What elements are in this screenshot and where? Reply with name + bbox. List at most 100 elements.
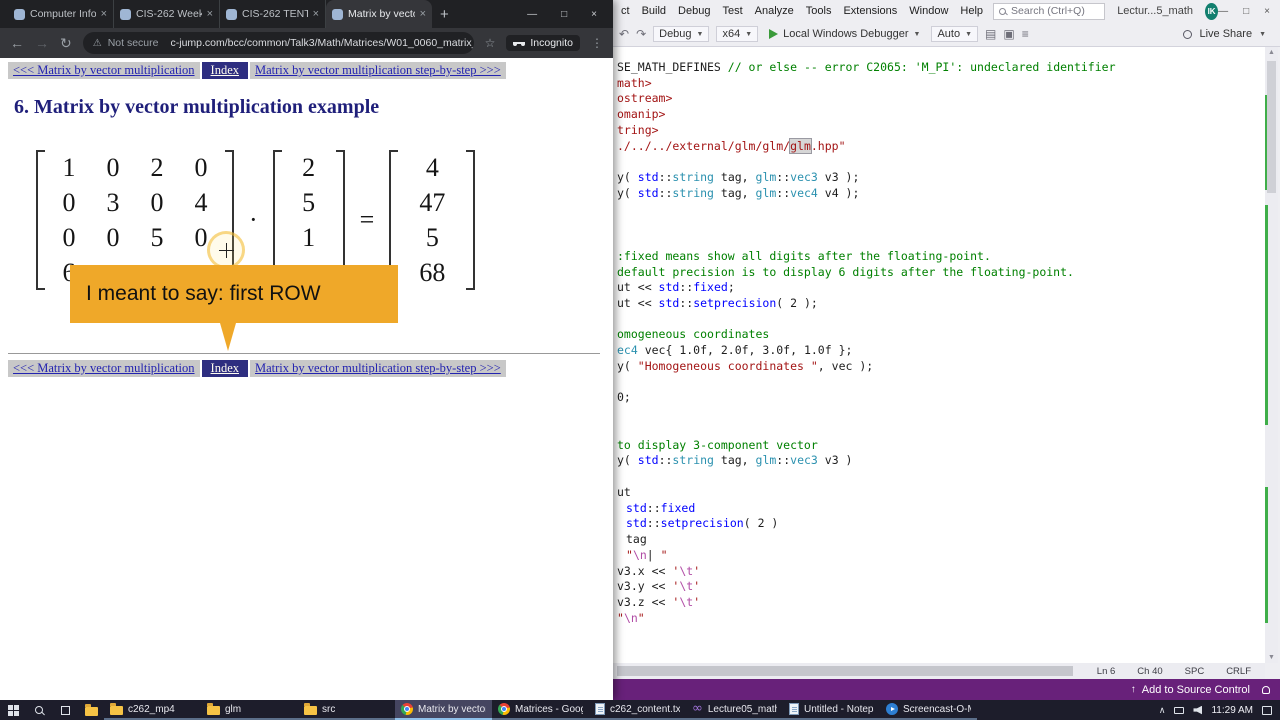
url-field[interactable]: ⚠ Not secure c-jump.com/bcc/common/Talk3… [82, 32, 474, 54]
hscroll-thumb[interactable] [617, 666, 1073, 676]
vs-search-box[interactable]: Search (Ctrl+Q) [993, 2, 1106, 20]
code-token: string [672, 185, 714, 200]
code-token: :: [658, 453, 673, 468]
reload-icon[interactable]: ↻ [60, 35, 72, 52]
taskbar-button[interactable]: Matrix by vector m... [395, 700, 492, 720]
security-label[interactable]: Not secure [108, 37, 159, 49]
tray-display-icon[interactable] [1174, 706, 1185, 714]
browser-tab[interactable]: CIS-262 TENTATIVE... × [220, 0, 326, 28]
code-token: ut << [617, 296, 659, 311]
status-eol[interactable]: CRLF [1226, 666, 1251, 677]
toolbar-misc-icon[interactable]: ≡ [1022, 27, 1029, 41]
nav-index-link[interactable]: Index [211, 361, 239, 375]
code-editor[interactable]: SE_MATH_DEFINES // or else -- error C206… [613, 47, 1265, 663]
browser-maximize-button[interactable]: □ [561, 9, 567, 20]
file-explorer-button[interactable] [78, 700, 104, 720]
nav-cell: Matrix by vector multiplication step-by-… [250, 62, 506, 79]
notifications-bell-icon[interactable] [1262, 685, 1270, 694]
editor-horizontal-scrollbar[interactable]: Ln 6 Ch 40 SPC CRLF [613, 663, 1265, 679]
nav-prev-link[interactable]: <<< Matrix by vector multiplication [13, 63, 195, 77]
menu-item-analyze[interactable]: Analyze [749, 5, 800, 17]
nav-prev-link[interactable]: <<< Matrix by vector multiplication [13, 361, 195, 375]
taskbar-button[interactable]: src [298, 700, 395, 720]
code-line: tring> [617, 123, 1265, 139]
start-debugging-button[interactable]: Local Windows Debugger ▼ [765, 27, 924, 41]
result-grid: 4 47 5 68 [398, 150, 466, 290]
menu-item-test[interactable]: Test [716, 5, 748, 17]
menu-item-tools[interactable]: Tools [800, 5, 838, 17]
taskbar-button[interactable]: ∞ Lecture05_math - ... [686, 700, 783, 720]
tab-close-icon[interactable]: × [420, 8, 426, 20]
vs-icon: ∞ [692, 701, 703, 716]
action-center-icon[interactable] [1262, 705, 1272, 715]
navigate-back-icon[interactable]: ↶ [619, 27, 629, 41]
back-icon[interactable]: ← [10, 35, 24, 51]
scroll-up-icon[interactable]: ▲ [1265, 49, 1278, 56]
code-line: math> [617, 76, 1265, 92]
bookmark-star-icon[interactable]: ☆ [485, 36, 496, 50]
vscroll-thumb[interactable] [1267, 61, 1276, 193]
taskbar-search-button[interactable] [26, 700, 52, 720]
browser-tab[interactable]: Computer Informati... × [8, 0, 114, 28]
browser-menu-icon[interactable]: ⋮ [591, 36, 603, 50]
vs-close-button[interactable]: × [1264, 6, 1270, 17]
taskbar-button[interactable]: glm [201, 700, 298, 720]
tab-close-icon[interactable]: × [207, 8, 213, 20]
nav-index-link[interactable]: Index [211, 63, 239, 77]
taskbar-button[interactable]: Untitled - Notepad [783, 700, 880, 720]
menu-item-window[interactable]: Window [903, 5, 954, 17]
live-share-caret-icon[interactable]: ▼ [1259, 31, 1266, 38]
vs-minimize-button[interactable]: — [1218, 6, 1228, 17]
menu-item-help[interactable]: Help [954, 5, 989, 17]
tray-chevron-icon[interactable]: ∧ [1159, 705, 1166, 716]
taskbar-button[interactable]: c262_mp4 [104, 700, 201, 720]
vs-maximize-button[interactable]: □ [1243, 6, 1249, 17]
menu-item-extensions[interactable]: Extensions [837, 5, 903, 17]
task-view-button[interactable] [52, 700, 78, 720]
tray-volume-icon[interactable] [1193, 705, 1203, 715]
browser-tab[interactable]: Matrix by vector m... × [326, 0, 432, 28]
account-avatar[interactable]: IK [1205, 2, 1219, 20]
debug-target-dropdown[interactable]: Auto ▼ [931, 26, 979, 42]
menu-item-ct[interactable]: ct [615, 5, 636, 17]
tab-close-icon[interactable]: × [101, 8, 107, 20]
add-to-source-control-button[interactable]: ↑ Add to Source Control [1131, 684, 1262, 696]
browser-minimize-button[interactable]: — [527, 9, 537, 20]
taskbar-clock[interactable]: 11:29 AM [1211, 705, 1253, 716]
live-share-button[interactable]: Live Share [1199, 28, 1252, 40]
platform-dropdown[interactable]: x64 ▼ [716, 26, 759, 42]
matrix-cell: 5 [302, 187, 316, 217]
status-spaces[interactable]: SPC [1185, 666, 1205, 677]
toolbar-misc-icon[interactable]: ▤ [985, 27, 996, 41]
page-url[interactable]: c-jump.com/bcc/common/Talk3/Math/Matrice… [170, 37, 473, 49]
solution-config-dropdown[interactable]: Debug ▼ [653, 26, 710, 42]
navigate-forward-icon[interactable]: ↷ [636, 27, 646, 41]
code-token: string [672, 170, 714, 185]
menu-item-build[interactable]: Build [636, 5, 672, 17]
matrix-cell: 0 [62, 222, 76, 252]
nav-next-link[interactable]: Matrix by vector multiplication step-by-… [255, 361, 501, 375]
taskbar-button-label: Screencast-O-Mati... [903, 703, 971, 715]
browser-close-button[interactable]: × [591, 9, 597, 20]
matrix-cell: 5 [425, 222, 439, 252]
new-tab-button[interactable]: + [440, 6, 449, 23]
toolbar-misc-icon[interactable]: ▣ [1003, 27, 1014, 41]
nav-next-link[interactable]: Matrix by vector multiplication step-by-… [255, 63, 501, 77]
taskbar-button[interactable]: Screencast-O-Mati... [880, 700, 977, 720]
browser-tab[interactable]: CIS-262 Weekly As... × [114, 0, 220, 28]
code-line: v3.y << '\t' [617, 579, 1265, 595]
taskbar-button[interactable]: Matrices - Google ... [492, 700, 589, 720]
change-mark [1265, 205, 1268, 425]
taskbar-button[interactable]: c262_content.txt - ... [589, 700, 686, 720]
code-line: :fixed means show all digits after the f… [617, 249, 1265, 265]
live-share-icon [1183, 29, 1193, 39]
tab-close-icon[interactable]: × [313, 8, 319, 20]
menu-item-debug[interactable]: Debug [672, 5, 716, 17]
editor-status-info: Ln 6 Ch 40 SPC CRLF [1097, 666, 1265, 677]
code-token: " [653, 547, 668, 562]
scroll-down-icon[interactable]: ▼ [1265, 654, 1278, 661]
editor-vertical-scrollbar[interactable]: ▲ ▼ [1265, 47, 1278, 663]
start-button[interactable] [0, 700, 26, 720]
forward-icon[interactable]: → [35, 35, 49, 51]
